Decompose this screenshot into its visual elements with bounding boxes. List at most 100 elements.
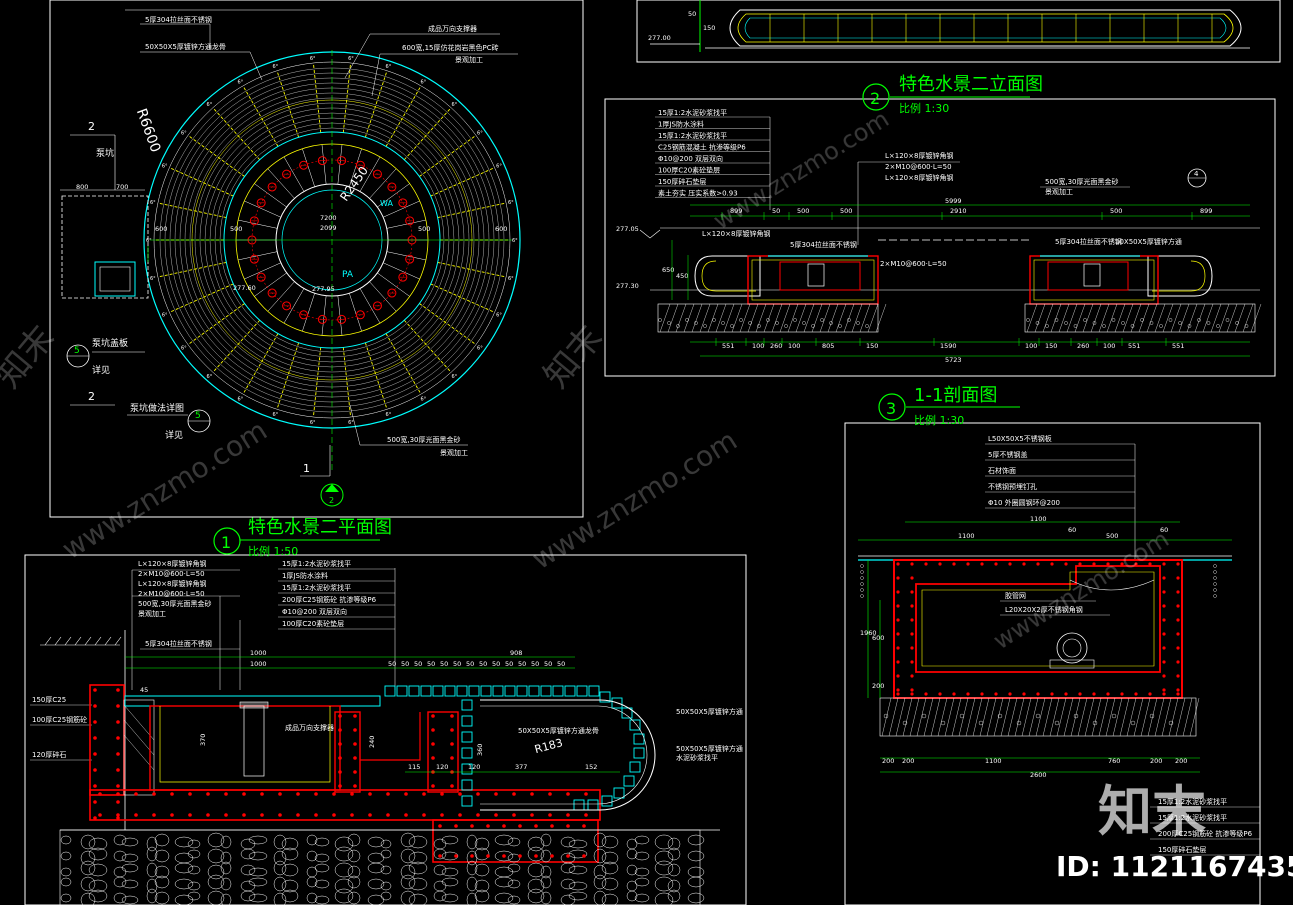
section-note-stone-b: 景观加工	[1045, 187, 1073, 196]
tube-square	[432, 685, 444, 697]
section-note-tube: 50X50X5厚镀锌方通	[1115, 237, 1182, 246]
pit-gravel	[883, 713, 889, 719]
detail-dim-370: 370	[199, 734, 207, 746]
detail-note-150: 150厚C25	[32, 696, 66, 704]
rebar-dot	[924, 692, 928, 696]
pit-hatch-line	[1056, 697, 1067, 737]
gravel-stone	[273, 876, 287, 892]
detail-note-left: 2×M10@600·L=50	[138, 570, 205, 578]
gravel-stone	[240, 848, 256, 860]
rebar-dot	[440, 792, 444, 796]
earth-hatch	[1138, 303, 1150, 333]
section-note: 150厚碎石垫层	[658, 177, 706, 186]
rebar-dot	[896, 632, 900, 636]
earth-hatch	[1146, 303, 1158, 333]
rebar-dot	[450, 784, 454, 788]
earth-hatch	[803, 303, 815, 333]
rebar-dot	[93, 784, 97, 788]
rebar-dot	[910, 674, 914, 678]
pit-hatch-line	[1126, 697, 1137, 737]
angle-label: 6°	[386, 412, 392, 418]
gravel-stone	[560, 862, 576, 874]
detail-dim-50: 50	[453, 660, 461, 668]
detail-dim-360: 360	[476, 744, 484, 756]
rebar-dot	[910, 618, 914, 622]
section-dim-bottom: 260	[1077, 342, 1089, 350]
detail-dim-50: 50	[531, 660, 539, 668]
angle-label: 6°	[238, 396, 244, 402]
rebar-dot	[1162, 674, 1166, 678]
tube-square	[573, 799, 585, 811]
tube-square	[468, 685, 480, 697]
grass-stroke	[44, 636, 52, 646]
angle-label: 6°	[181, 130, 187, 136]
gravel-stone	[507, 895, 521, 905]
gravel-stone	[314, 879, 330, 889]
pit-dim-700: 700	[116, 183, 128, 191]
tube-square	[456, 685, 468, 697]
pit-hatch-line	[1000, 697, 1011, 737]
angle-label: 6°	[348, 56, 354, 62]
earth-hatch	[787, 303, 799, 333]
tube-square	[461, 795, 473, 807]
inner-spoke	[244, 262, 281, 280]
svg-text:5厚304拉丝面不锈钢: 5厚304拉丝面不锈钢	[145, 15, 212, 24]
soil-grain	[1213, 588, 1217, 592]
rebar-dot	[98, 792, 102, 796]
plan-scale: 比例 1:50	[248, 544, 298, 558]
pit-hatch-line	[965, 697, 976, 737]
rebar-dot	[353, 784, 357, 788]
rebar-dot	[566, 813, 570, 817]
gravel-stone	[380, 849, 392, 859]
tube-square	[540, 685, 552, 697]
gravel-stone	[626, 838, 638, 850]
elevation-scale: 比例 1:30	[899, 101, 949, 115]
rebar-dot	[530, 792, 534, 796]
rebar-dot	[454, 824, 458, 828]
gravel-stone	[667, 863, 681, 877]
svg-text:600宽,15厚仿花岗岩黑色PC砖: 600宽,15厚仿花岗岩黑色PC砖	[402, 43, 499, 52]
section-note-stone: 500宽,30厚光面黑金砂	[1045, 177, 1119, 186]
rebar-dot	[582, 854, 586, 858]
pit-dim-d: 60	[1068, 526, 1076, 534]
rebar-dot	[1022, 692, 1026, 696]
rebar-dot	[494, 813, 498, 817]
rebar-dot	[296, 792, 300, 796]
gravel-stone	[687, 876, 705, 888]
gravel-stone	[113, 892, 127, 904]
gravel	[1073, 324, 1078, 328]
tube-square	[633, 747, 645, 759]
rebar-dot	[338, 784, 342, 788]
gravel	[658, 318, 662, 322]
pit-hatch-line	[1189, 697, 1200, 737]
soil-grain	[1213, 570, 1217, 574]
detail-note-mid: 15厚1:2水泥砂浆找平	[282, 559, 351, 568]
rebar-dot	[404, 813, 408, 817]
earth-hatch	[1074, 303, 1086, 333]
gravel-stone	[634, 851, 650, 861]
gravel	[1121, 321, 1125, 325]
tube-square	[613, 787, 625, 799]
rebar-dot	[994, 692, 998, 696]
pit-hatch-line	[1007, 697, 1018, 737]
pit-dim-total: 2600	[1030, 771, 1047, 779]
grass-stroke	[54, 636, 62, 646]
tube-square	[528, 685, 540, 697]
gravel-stone	[634, 877, 650, 887]
rebar-dot	[93, 688, 97, 692]
rebar-dot	[116, 752, 120, 756]
gravel	[1035, 321, 1040, 325]
rebar-dot	[116, 720, 120, 724]
gravel-stone	[601, 893, 619, 905]
detail-note-mid: 100厚C20素砼垫层	[282, 619, 344, 628]
gravel-stone	[240, 864, 256, 876]
pit-hatch-line	[1049, 697, 1060, 737]
section-notes: 15厚1:2水泥砂浆找平 1厚JS防水涂料 15厚1:2水泥砂浆找平 C25钢筋混凝土…	[655, 108, 1182, 268]
soil-grain	[860, 582, 864, 586]
earth-hatch	[827, 303, 839, 333]
cad-drawing-canvas[interactable]: 277.00 50 150 1 特色水景二平面图 比例 1:50 6°6°6°6…	[0, 0, 1293, 905]
rebar-dot	[910, 660, 914, 664]
pit-gravel	[940, 720, 946, 726]
top-elevation-level: 277.00	[648, 34, 671, 42]
gravel	[1064, 321, 1068, 325]
